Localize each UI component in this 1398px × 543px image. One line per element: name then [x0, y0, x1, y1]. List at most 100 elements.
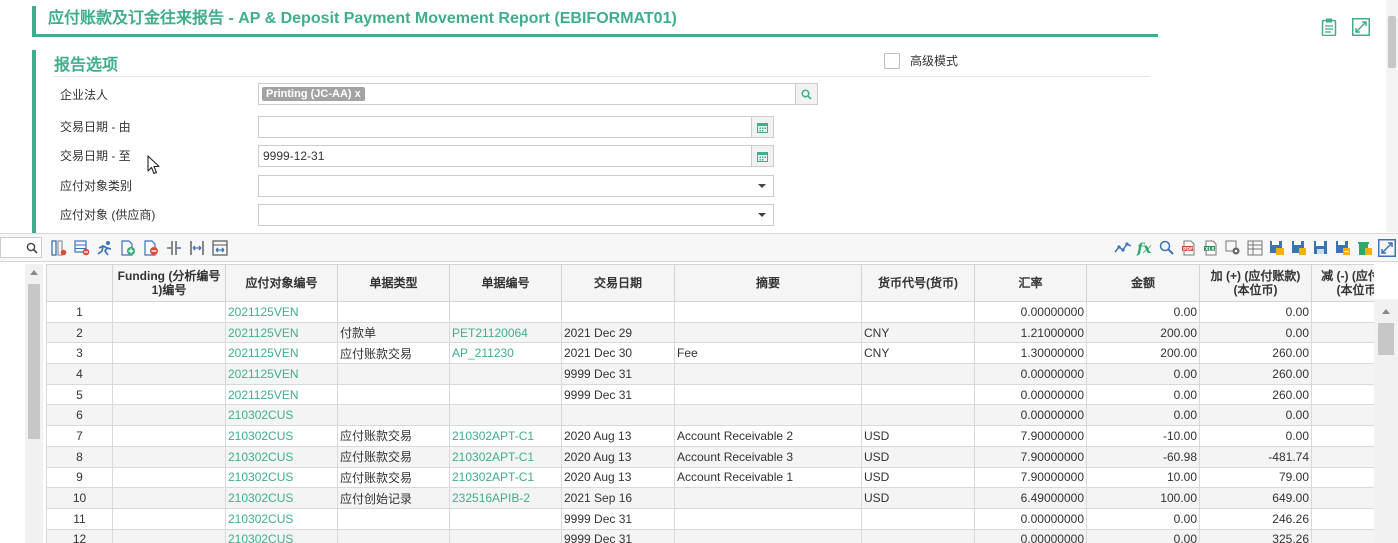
column-header[interactable]	[46, 264, 113, 302]
table-row[interactable]: 12 210302CUS 9999 Dec 31 0.00000000 0.00 325.…	[46, 528, 1374, 543]
column-header[interactable]: 单据类型	[337, 264, 450, 302]
grid-left-scrollbar-thumb[interactable]	[28, 284, 40, 439]
column-header[interactable]: 加 (+) (应付账款) (本位币)	[1199, 264, 1312, 302]
column-header[interactable]: 汇率	[974, 264, 1087, 302]
calendar-button[interactable]	[751, 146, 773, 166]
table-cell[interactable]: 210302APT-C1	[449, 466, 562, 489]
settings-icon[interactable]	[1222, 238, 1243, 258]
table-cell[interactable]: 210302CUS	[225, 507, 338, 530]
entity-search-button[interactable]	[795, 84, 817, 104]
delete-column-icon[interactable]	[71, 238, 92, 258]
grid-right-scrollbar-thumb[interactable]	[1378, 323, 1394, 355]
payee-select[interactable]	[258, 204, 774, 226]
table-cell[interactable]: 210302CUS	[225, 425, 338, 447]
table-cell[interactable]: 2021125VEN	[225, 301, 338, 323]
export-excel-icon[interactable]: XLS	[1200, 238, 1221, 258]
table-cell[interactable]: AP_211230	[449, 342, 562, 365]
table-cell[interactable]	[449, 507, 562, 530]
table-cell[interactable]	[449, 363, 562, 385]
page-scrollbar-thumb[interactable]	[1388, 16, 1396, 68]
add-row-icon[interactable]	[117, 238, 138, 258]
table-row[interactable]: 3 2021125VEN 应付账款交易 AP_211230 2021 Dec 30 Fee…	[46, 342, 1374, 365]
table-cell[interactable]: 232516APIB-2	[449, 487, 562, 509]
column-header[interactable]: 交易日期	[561, 264, 675, 302]
fit-column-icon[interactable]	[186, 238, 207, 258]
table-cell[interactable]: 210302APT-C1	[449, 445, 562, 468]
clipboard-icon[interactable]	[1318, 16, 1340, 38]
grid-search-input[interactable]	[0, 237, 42, 258]
column-header[interactable]: 金额	[1086, 264, 1200, 302]
page-scrollbar[interactable]	[1386, 0, 1398, 232]
column-header[interactable]: 减 (-) (应付账(本位币	[1311, 264, 1374, 302]
date-to-field[interactable]: 9999-12-31	[258, 145, 774, 167]
column-header[interactable]: 应付对象编号	[225, 264, 338, 302]
table-cell: 0.00	[1199, 301, 1312, 323]
table-cell[interactable]: 2021125VEN	[225, 383, 338, 406]
chevron-down-icon[interactable]	[751, 213, 773, 217]
table-cell[interactable]: PET21120064	[449, 321, 562, 344]
column-chooser-icon[interactable]	[48, 238, 69, 258]
table-cell[interactable]: 2021125VEN	[225, 321, 338, 344]
payee-type-select[interactable]	[258, 175, 774, 197]
save-as-icon[interactable]	[1288, 238, 1309, 258]
table-cell[interactable]: 210302CUS	[225, 404, 338, 427]
entity-tag[interactable]: Printing (JC-AA) x	[262, 87, 365, 101]
date-to-value[interactable]: 9999-12-31	[259, 149, 751, 163]
column-header[interactable]: 摘要	[674, 264, 862, 302]
run-icon[interactable]	[94, 238, 115, 258]
table-row[interactable]: 9 210302CUS 应付账款交易 210302APT-C1 2020 Aug 13 A…	[46, 466, 1374, 489]
split-column-icon[interactable]	[163, 238, 184, 258]
table-row[interactable]: 4 2021125VEN 9999 Dec 31 0.00000000 0.00 260.…	[46, 363, 1374, 385]
table-cell[interactable]: 210302CUS	[225, 487, 338, 509]
table-row[interactable]: 7 210302CUS 应付账款交易 210302APT-C1 2020 Aug 13 A…	[46, 425, 1374, 447]
table-row[interactable]: 11 210302CUS 9999 Dec 31 0.00000000 0.00 246.…	[46, 507, 1374, 530]
table-row[interactable]: 6 210302CUS 0.00000000 0.00 0.00	[46, 404, 1374, 427]
table-cell[interactable]	[449, 404, 562, 427]
export-pdf-icon[interactable]: PDF	[1178, 238, 1199, 258]
zoom-icon[interactable]	[1156, 238, 1177, 258]
delete-row-icon[interactable]	[140, 238, 161, 258]
entity-field[interactable]: Printing (JC-AA) x	[258, 83, 818, 105]
column-header[interactable]: 单据编号	[449, 264, 562, 302]
table-cell[interactable]	[449, 528, 562, 543]
scroll-up-arrow-icon[interactable]	[1382, 309, 1390, 314]
clear-icon[interactable]	[1354, 238, 1375, 258]
table-row[interactable]: 10 210302CUS 应付创始记录 232516APIB-2 2021 Sep 16…	[46, 487, 1374, 509]
table-row[interactable]: 2 2021125VEN 付款单 PET21120064 2021 Dec 29 CNY 1…	[46, 321, 1374, 344]
grid-left-scrollbar[interactable]	[25, 264, 43, 543]
table-cell[interactable]: 210302CUS	[225, 445, 338, 468]
table-cell[interactable]: 210302CUS	[225, 528, 338, 543]
save-all-icon[interactable]	[1332, 238, 1353, 258]
table-cell	[112, 445, 226, 468]
table-row[interactable]: 5 2021125VEN 9999 Dec 31 0.00000000 0.00 260.…	[46, 383, 1374, 406]
table-cell	[561, 301, 675, 323]
grid-right-scrollbar[interactable]	[1374, 299, 1398, 543]
tag-remove-icon[interactable]: x	[355, 88, 361, 100]
table-cell[interactable]: 210302APT-C1	[449, 425, 562, 447]
chart-icon[interactable]	[1112, 238, 1133, 258]
save-icon[interactable]	[1310, 238, 1331, 258]
save-layout-icon[interactable]	[1266, 238, 1287, 258]
column-header[interactable]: 货币代号(货币)	[861, 264, 975, 302]
table-cell[interactable]: 2021125VEN	[225, 363, 338, 385]
table-cell: 7.90000000	[974, 466, 1087, 489]
date-from-field[interactable]	[258, 116, 774, 138]
table-row[interactable]: 1 2021125VEN 0.00000000 0.00 0.00	[46, 301, 1374, 323]
table-cell: 6.49000000	[974, 487, 1087, 509]
print-icon[interactable]	[1244, 238, 1265, 258]
resize-column-icon[interactable]	[209, 238, 230, 258]
table-cell[interactable]	[449, 301, 562, 323]
expand-icon[interactable]	[1350, 16, 1372, 38]
scroll-up-arrow-icon[interactable]	[30, 270, 38, 275]
advanced-mode-checkbox[interactable]	[884, 52, 900, 69]
table-cell[interactable]: 2021125VEN	[225, 342, 338, 365]
column-header[interactable]: Funding (分析编号 1)编号	[112, 264, 226, 302]
table-cell[interactable]	[449, 383, 562, 406]
chevron-down-icon[interactable]	[751, 184, 773, 188]
table-row[interactable]: 8 210302CUS 应付账款交易 210302APT-C1 2020 Aug 13 A…	[46, 445, 1374, 468]
formula-icon[interactable]: fx	[1134, 238, 1155, 258]
advanced-mode-toggle[interactable]: 高级模式	[884, 52, 958, 69]
table-cell[interactable]: 210302CUS	[225, 466, 338, 489]
calendar-button[interactable]	[751, 117, 773, 137]
fullscreen-icon[interactable]	[1376, 238, 1397, 258]
